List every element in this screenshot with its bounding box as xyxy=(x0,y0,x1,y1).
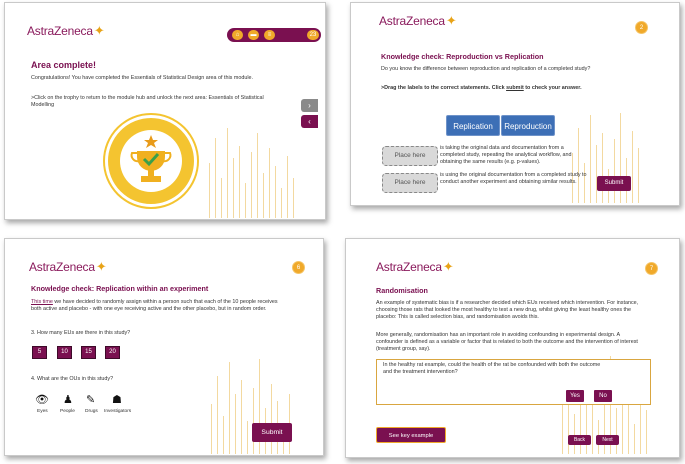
page-number: 23 xyxy=(307,30,319,40)
instruction-part-a: >Drag the labels to the correct statemen… xyxy=(381,85,507,91)
submit-button[interactable]: Submit xyxy=(597,176,631,191)
instruction-text: >Click on the trophy to return to the mo… xyxy=(31,95,264,108)
astrazeneca-logo: AstraZeneca✦ xyxy=(379,13,457,29)
question-text: In the healthy rat example, could the he… xyxy=(383,362,601,375)
statement-1: is taking the original data and document… xyxy=(440,145,572,165)
drop-target-2[interactable]: Place here xyxy=(382,173,438,193)
astrazeneca-logo: AstraZeneca✦ xyxy=(29,259,107,275)
eye-icon[interactable]: 👁 xyxy=(35,393,49,406)
page-number-badge: 6 xyxy=(292,261,305,274)
eu-option-10[interactable]: 10 xyxy=(57,346,72,359)
ou-label-drugs: Drugs xyxy=(85,409,98,414)
eu-option-15[interactable]: 15 xyxy=(81,346,96,359)
chat-icon[interactable]: ▬ xyxy=(248,30,259,40)
slide-replication-within-experiment: AstraZeneca✦ 6 Knowledge check: Replicat… xyxy=(4,238,324,456)
instruction-part-b: to check your answer. xyxy=(523,85,582,91)
this-time-link[interactable]: This time xyxy=(31,299,53,305)
page-title: Knowledge check: Replication within an e… xyxy=(31,284,209,293)
drag-instruction: >Drag the labels to the correct statemen… xyxy=(381,85,651,92)
page-title: Area complete! xyxy=(31,60,97,70)
ou-label-people: People xyxy=(60,409,75,414)
logo-text: AstraZeneca xyxy=(376,260,442,274)
forward-arrow-icon[interactable]: › xyxy=(301,99,318,112)
question-text: Do you know the difference between repro… xyxy=(381,66,591,72)
decorative-bars xyxy=(205,123,315,218)
logo-text: AstraZeneca xyxy=(379,14,445,28)
intro-rest: we have decided to randomly assign withi… xyxy=(31,299,278,312)
next-button[interactable]: Next xyxy=(596,435,619,445)
trophy-icon xyxy=(130,135,172,182)
intro-text: This time we have decided to randomly as… xyxy=(31,299,281,313)
ou-label-eyes: Eyes xyxy=(37,409,48,414)
replication-label[interactable]: Replication xyxy=(446,115,500,136)
page-title: Knowledge check: Reproduction vs Replica… xyxy=(381,52,544,61)
logo-text: AstraZeneca xyxy=(27,24,93,38)
statement-2: is using the original documentation from… xyxy=(440,172,587,185)
slide-area-complete: AstraZeneca✦ ⌂ ▬ ≡ 23 Area complete! Con… xyxy=(4,2,326,220)
congrats-text: Congratulations! You have completed the … xyxy=(31,75,254,81)
trophy-badge-inner xyxy=(120,130,182,192)
yes-button[interactable]: Yes xyxy=(566,390,584,402)
back-button[interactable]: Back xyxy=(568,435,591,445)
submit-link[interactable]: submit xyxy=(506,85,524,91)
logo-symbol-icon: ✦ xyxy=(93,23,105,38)
logo-symbol-icon: ✦ xyxy=(445,13,457,28)
trophy-badge-button[interactable] xyxy=(105,115,197,207)
page-number-badge: 7 xyxy=(645,262,658,275)
page-number-badge: 2 xyxy=(635,21,648,34)
see-key-example-button[interactable]: See key example xyxy=(376,427,446,443)
reproduction-label[interactable]: Reproduction xyxy=(501,115,555,136)
astrazeneca-logo: AstraZeneca✦ xyxy=(376,259,454,275)
logo-symbol-icon: ✦ xyxy=(442,259,454,274)
person-icon[interactable]: ♟ xyxy=(63,393,73,406)
ou-label-investigators: Investigators xyxy=(104,409,132,414)
eu-option-20[interactable]: 20 xyxy=(105,346,120,359)
astrazeneca-logo: AstraZeneca✦ xyxy=(27,23,105,39)
slide-randomisation: AstraZeneca✦ 7 Randomisation An example … xyxy=(345,238,680,458)
logo-text: AstraZeneca xyxy=(29,260,95,274)
slide-reproduction-vs-replication: AstraZeneca✦ 2 Knowledge check: Reproduc… xyxy=(350,2,680,206)
submit-button[interactable]: Submit xyxy=(252,423,292,442)
eu-option-5[interactable]: 5 xyxy=(32,346,47,359)
drop-target-1[interactable]: Place here xyxy=(382,146,438,166)
investigators-icon[interactable]: ☗ xyxy=(112,393,122,406)
page-title: Randomisation xyxy=(376,286,428,295)
paragraph-1: An example of systematic bias is if a re… xyxy=(376,300,639,320)
logo-symbol-icon: ✦ xyxy=(95,259,107,274)
top-navigation: ⌂ ▬ ≡ 23 xyxy=(227,28,321,42)
no-button[interactable]: No xyxy=(594,390,612,402)
question-3: 3. How many EUs are there in this study? xyxy=(31,330,131,336)
menu-icon[interactable]: ≡ xyxy=(264,30,275,40)
syringe-icon[interactable]: ✎ xyxy=(86,393,95,406)
question-4: 4. What are the OUs in this study? xyxy=(31,376,114,382)
home-icon[interactable]: ⌂ xyxy=(232,30,243,40)
